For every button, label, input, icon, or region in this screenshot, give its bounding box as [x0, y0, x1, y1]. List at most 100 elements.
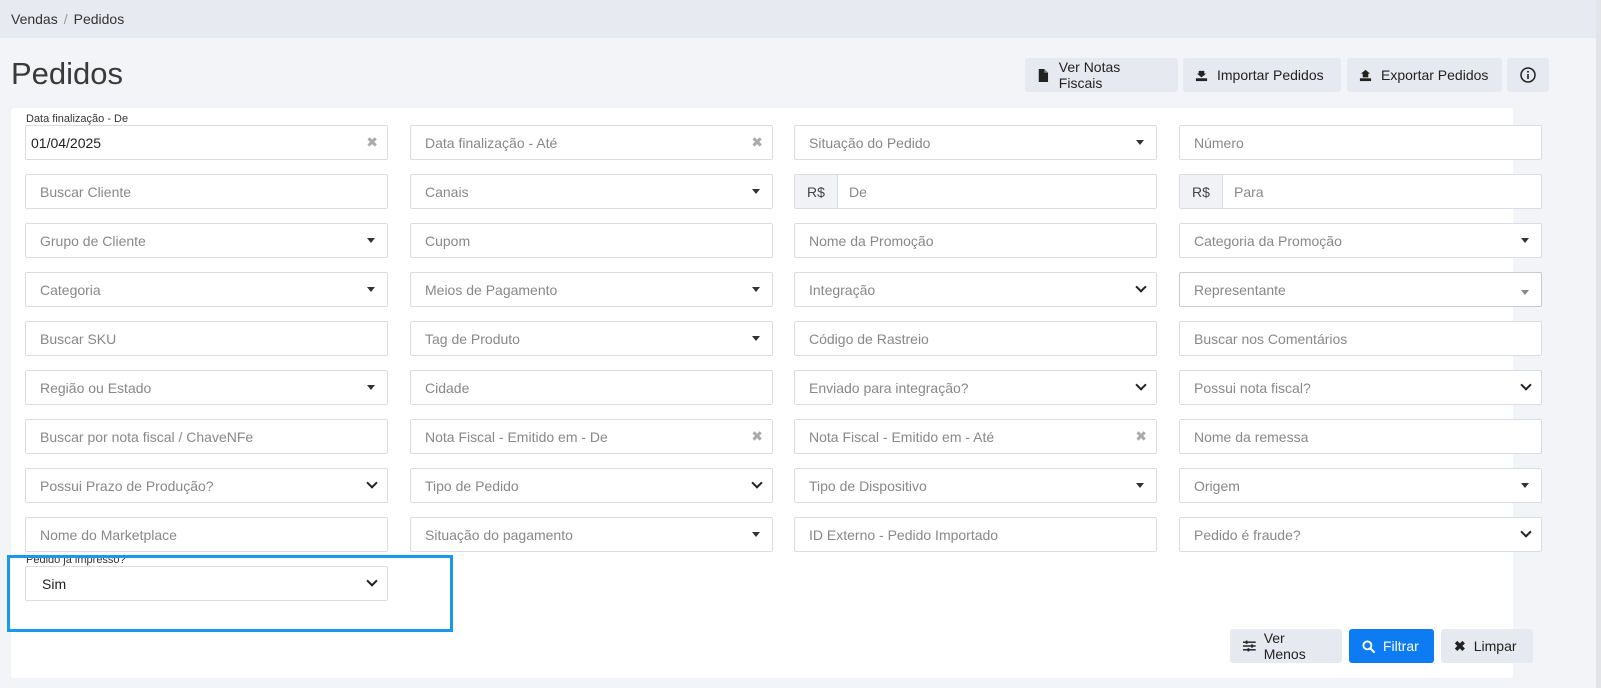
search-icon — [1362, 639, 1375, 653]
buscar-nota-input[interactable]: Buscar por nota fiscal / ChaveNFe — [25, 419, 388, 454]
origem-select[interactable]: Origem — [1179, 468, 1542, 503]
caret-down-icon — [752, 532, 760, 537]
codigo-rastreio-placeholder: Código de Rastreio — [809, 330, 929, 347]
selection-highlight — [7, 555, 453, 632]
chevron-down-icon — [366, 477, 378, 489]
nota-emitido-de-placeholder: Nota Fiscal - Emitido em - De — [425, 428, 608, 445]
limpar-label: Limpar — [1473, 638, 1517, 654]
filtrar-button[interactable]: Filtrar — [1349, 629, 1434, 663]
id-externo-input[interactable]: ID Externo - Pedido Importado — [794, 517, 1157, 552]
chevron-down-icon — [1135, 379, 1147, 391]
tipo-dispositivo-select[interactable]: Tipo de Dispositivo — [794, 468, 1157, 503]
origem-placeholder: Origem — [1194, 477, 1240, 494]
categoria-promocao-select[interactable]: Categoria da Promoção — [1179, 223, 1542, 258]
valor-de-placeholder: De — [849, 183, 867, 200]
scrollbar[interactable] — [1596, 0, 1601, 688]
caret-down-icon — [752, 287, 760, 292]
breadcrumb-vendas[interactable]: Vendas — [11, 11, 58, 27]
representante-select[interactable]: Representante — [1179, 272, 1542, 307]
clear-icon[interactable]: ✖ — [751, 134, 763, 151]
categoria-select[interactable]: Categoria — [25, 272, 388, 307]
currency-addon: R$ — [1180, 175, 1223, 208]
meios-pagamento-select[interactable]: Meios de Pagamento — [410, 272, 773, 307]
pedido-fraude-select[interactable]: Pedido é fraude? — [1179, 517, 1542, 552]
export-icon — [1359, 69, 1372, 81]
data-ate-placeholder: Data finalização - Até — [425, 134, 558, 151]
buscar-comentarios-input[interactable]: Buscar nos Comentários — [1179, 321, 1542, 356]
nome-remessa-input[interactable]: Nome da remessa — [1179, 419, 1542, 454]
tag-produto-select[interactable]: Tag de Produto — [410, 321, 773, 356]
enviado-integracao-select[interactable]: Enviado para integração? — [794, 370, 1157, 405]
chevron-down-icon — [1520, 526, 1532, 538]
cupom-input[interactable]: Cupom — [410, 223, 773, 258]
importar-pedidos-button[interactable]: Importar Pedidos — [1183, 58, 1341, 92]
grupo-cliente-select[interactable]: Grupo de Cliente — [25, 223, 388, 258]
ver-notas-fiscais-button[interactable]: Ver Notas Fiscais — [1025, 58, 1178, 92]
page-title: Pedidos — [11, 56, 124, 91]
file-icon — [1038, 68, 1049, 82]
nome-remessa-placeholder: Nome da remessa — [1194, 428, 1309, 445]
grupo-cliente-placeholder: Grupo de Cliente — [40, 232, 146, 249]
tipo-pedido-placeholder: Tipo de Pedido — [425, 477, 519, 494]
exportar-pedidos-label: Exportar Pedidos — [1381, 67, 1489, 83]
enviado-integracao-placeholder: Enviado para integração? — [809, 379, 969, 396]
categoria-promocao-placeholder: Categoria da Promoção — [1194, 232, 1342, 249]
buscar-comentarios-placeholder: Buscar nos Comentários — [1194, 330, 1348, 347]
valor-para-input[interactable]: R$ Para — [1179, 174, 1542, 209]
situacao-pedido-placeholder: Situação do Pedido — [809, 134, 931, 151]
caret-down-icon — [1136, 140, 1144, 145]
buscar-sku-input[interactable]: Buscar SKU — [25, 321, 388, 356]
pedido-fraude-placeholder: Pedido é fraude? — [1194, 526, 1301, 543]
ver-notas-fiscais-label: Ver Notas Fiscais — [1058, 59, 1121, 91]
integracao-placeholder: Integração — [809, 281, 876, 298]
caret-down-icon — [367, 385, 375, 390]
possui-nota-placeholder: Possui nota fiscal? — [1194, 379, 1311, 396]
clear-icon[interactable]: ✖ — [366, 134, 378, 151]
breadcrumb: Vendas / Pedidos — [11, 11, 124, 27]
nota-emitido-ate-input[interactable]: Nota Fiscal - Emitido em - Até ✖ — [794, 419, 1157, 454]
caret-down-icon — [752, 189, 760, 194]
info-button[interactable] — [1507, 58, 1549, 92]
canais-select[interactable]: Canais — [410, 174, 773, 209]
prazo-producao-placeholder: Possui Prazo de Produção? — [40, 477, 214, 494]
nome-promocao-input[interactable]: Nome da Promoção — [794, 223, 1157, 258]
data-de-label: Data finalização - De — [26, 113, 129, 125]
id-externo-placeholder: ID Externo - Pedido Importado — [809, 526, 999, 543]
categoria-placeholder: Categoria — [40, 281, 101, 298]
cidade-input[interactable]: Cidade — [410, 370, 773, 405]
canais-placeholder: Canais — [425, 183, 469, 200]
tipo-pedido-select[interactable]: Tipo de Pedido — [410, 468, 773, 503]
exportar-pedidos-button[interactable]: Exportar Pedidos — [1347, 58, 1502, 92]
nota-emitido-de-input[interactable]: Nota Fiscal - Emitido em - De ✖ — [410, 419, 773, 454]
representante-placeholder: Representante — [1194, 281, 1286, 298]
caret-down-icon — [1136, 483, 1144, 488]
regiao-estado-placeholder: Região ou Estado — [40, 379, 152, 396]
numero-input[interactable]: Número — [1179, 125, 1542, 160]
buscar-cliente-input[interactable]: Buscar Cliente — [25, 174, 388, 209]
valor-de-input[interactable]: R$ De — [794, 174, 1157, 209]
cupom-placeholder: Cupom — [425, 232, 471, 249]
limpar-button[interactable]: ✖ Limpar — [1441, 629, 1533, 663]
meios-pagamento-placeholder: Meios de Pagamento — [425, 281, 558, 298]
situacao-pagamento-select[interactable]: Situação do pagamento — [410, 517, 773, 552]
codigo-rastreio-input[interactable]: Código de Rastreio — [794, 321, 1157, 356]
integracao-select[interactable]: Integração — [794, 272, 1157, 307]
filtrar-label: Filtrar — [1383, 638, 1419, 654]
prazo-producao-select[interactable]: Possui Prazo de Produção? — [25, 468, 388, 503]
data-finalizacao-de-input[interactable]: 01/04/2025 ✖ — [25, 125, 388, 160]
ver-menos-button[interactable]: Ver Menos — [1230, 629, 1342, 663]
import-icon — [1195, 70, 1208, 81]
caret-down-icon — [367, 238, 375, 243]
nota-emitido-ate-placeholder: Nota Fiscal - Emitido em - Até — [809, 428, 995, 445]
data-finalizacao-ate-input[interactable]: Data finalização - Até ✖ — [410, 125, 773, 160]
buscar-sku-placeholder: Buscar SKU — [40, 330, 117, 347]
possui-nota-select[interactable]: Possui nota fiscal? — [1179, 370, 1542, 405]
nome-marketplace-input[interactable]: Nome do Marketplace — [25, 517, 388, 552]
caret-down-icon — [752, 336, 760, 341]
clear-icon[interactable]: ✖ — [1135, 428, 1147, 445]
situacao-pedido-select[interactable]: Situação do Pedido — [794, 125, 1157, 160]
clear-icon[interactable]: ✖ — [751, 428, 763, 445]
chevron-down-icon — [1520, 379, 1532, 391]
top-bar: Vendas / Pedidos — [0, 0, 1601, 38]
regiao-estado-select[interactable]: Região ou Estado — [25, 370, 388, 405]
